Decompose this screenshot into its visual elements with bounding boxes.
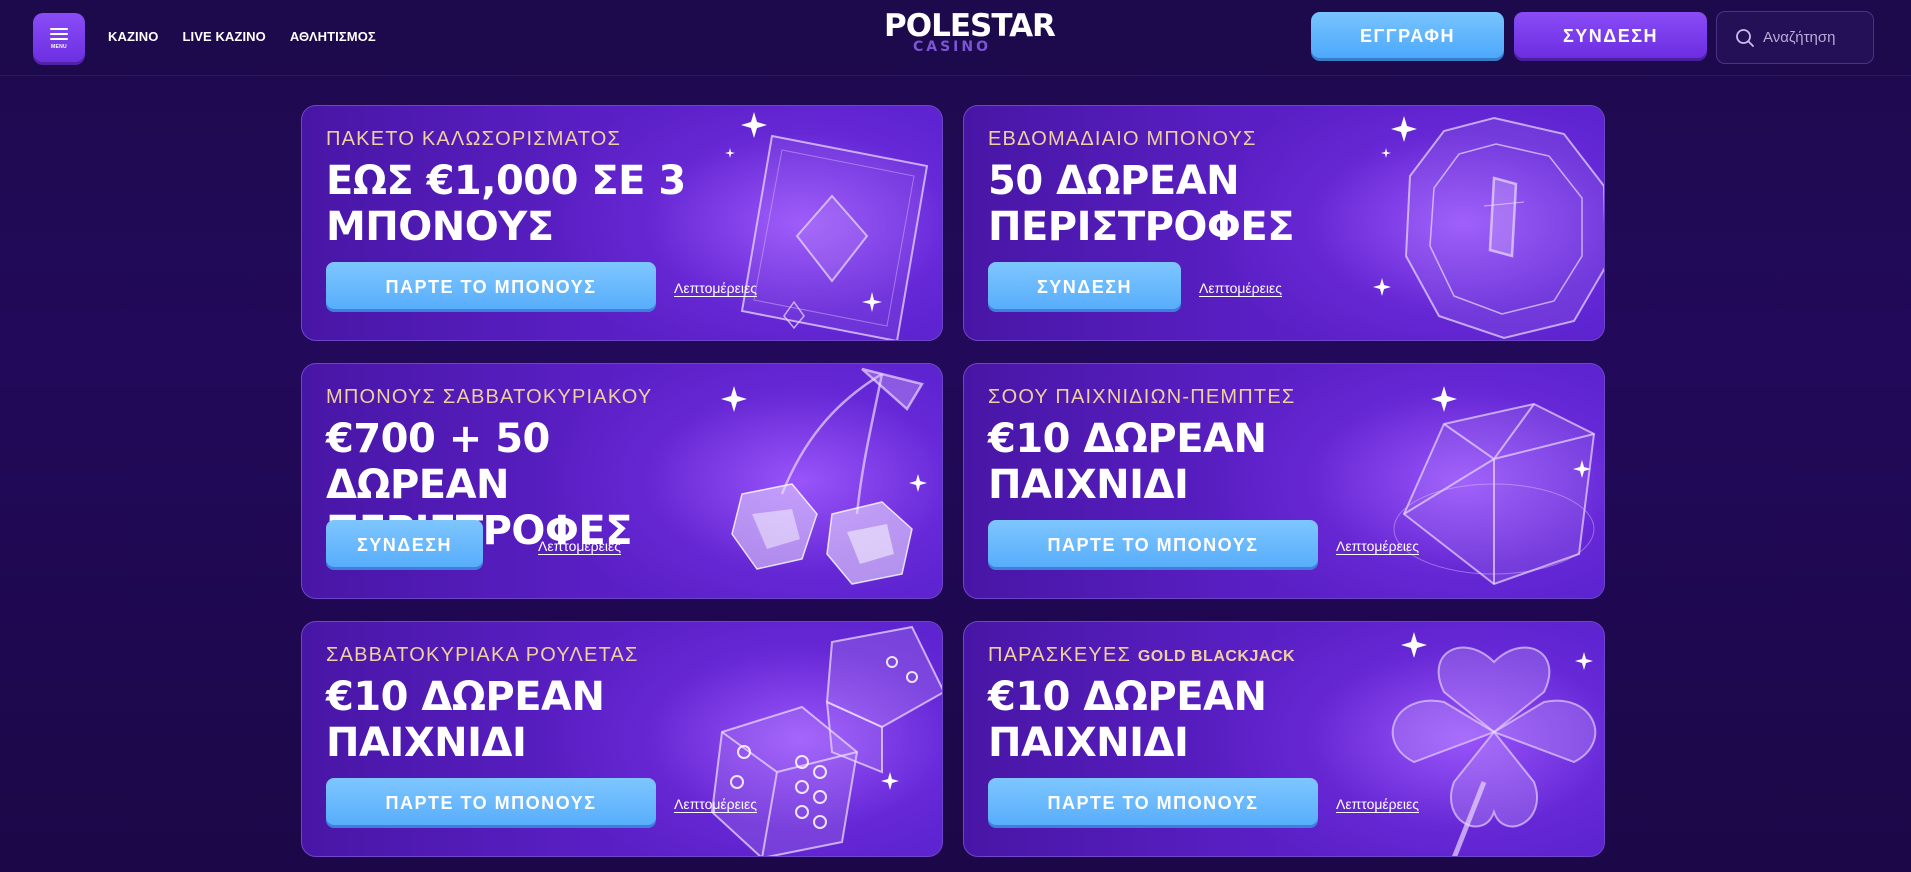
hamburger-icon: [50, 28, 68, 40]
claim-bonus-button[interactable]: ΠΑΡΤΕ ΤΟ ΜΠΟΝΟΥΣ: [988, 520, 1318, 570]
nav-item-casino[interactable]: ΚΑΖΙΝΟ: [108, 29, 158, 44]
login-cta-button[interactable]: ΣΥΝΔΕΣΗ: [988, 262, 1181, 312]
promo-headline: €10 ΔΩΡΕΑΝ ΠΑΙΧΝΙΔΙ: [326, 674, 605, 766]
promo-card-roulette[interactable]: ΣΑΒΒΑΤΟΚΥΡΙΑΚΑ ΡΟΥΛΕΤΑΣ €10 ΔΩΡΕΑΝ ΠΑΙΧΝ…: [301, 621, 943, 857]
claim-bonus-button[interactable]: ΠΑΡΤΕ ΤΟ ΜΠΟΝΟΥΣ: [988, 778, 1318, 828]
login-button[interactable]: ΣΥΝΔΕΣΗ: [1514, 12, 1707, 61]
promo-eyebrow: ΠΑΚΕΤΟ ΚΑΛΩΣΟΡΙΣΜΑΤΟΣ: [326, 128, 622, 150]
promo-headline: ΕΩΣ €1,000 ΣΕ 3 ΜΠΟΝΟΥΣ: [326, 158, 686, 250]
claim-bonus-button[interactable]: ΠΑΡΤΕ ΤΟ ΜΠΟΝΟΥΣ: [326, 778, 656, 828]
details-link[interactable]: Λεπτομέρειες: [1199, 280, 1282, 296]
promo-eyebrow-text: ΠΑΡΑΣΚΕΥΕΣ: [988, 644, 1138, 666]
gold-blackjack-brand: GOLD BLACKJACK: [1137, 648, 1296, 665]
search-button[interactable]: Αναζήτηση: [1716, 11, 1874, 64]
search-icon: [1736, 28, 1754, 47]
promo-eyebrow: ΕΒΔΟΜΑΔΙΑΙΟ ΜΠΟΝΟΥΣ: [988, 128, 1257, 150]
claim-bonus-button[interactable]: ΠΑΡΤΕ ΤΟ ΜΠΟΝΟΥΣ: [326, 262, 656, 312]
details-link[interactable]: Λεπτομέρειες: [674, 796, 757, 812]
promo-eyebrow: ΠΑΡΑΣΚΕΥΕΣ GOLD BLACKJACK: [988, 644, 1295, 667]
promo-card-welcome[interactable]: ΠΑΚΕΤΟ ΚΑΛΩΣΟΡΙΣΜΑΤΟΣ ΕΩΣ €1,000 ΣΕ 3 ΜΠ…: [301, 105, 943, 341]
promo-eyebrow: ΣΑΒΒΑΤΟΚΥΡΙΑΚΑ ΡΟΥΛΕΤΑΣ: [326, 644, 639, 666]
main-nav: ΚΑΖΙΝΟ LIVE ΚΑΖΙΝΟ ΑΘΛΗΤΙΣΜΟΣ: [108, 29, 376, 44]
promo-card-game-show[interactable]: ΣΟΟΥ ΠΑΙΧΝΙΔΙΩΝ-ΠΕΜΠΤΕΣ €10 ΔΩΡΕΑΝ ΠΑΙΧΝ…: [963, 363, 1605, 599]
promo-eyebrow: ΣΟΟΥ ΠΑΙΧΝΙΔΙΩΝ-ΠΕΜΠΤΕΣ: [988, 386, 1296, 408]
promo-card-weekend[interactable]: ΜΠΟΝΟΥΣ ΣΑΒΒΑΤΟΚΥΡΙΑΚΟΥ €700 + 50 ΔΩΡΕΑΝ…: [301, 363, 943, 599]
details-link[interactable]: Λεπτομέρειες: [1336, 796, 1419, 812]
nav-item-sports[interactable]: ΑΘΛΗΤΙΣΜΟΣ: [290, 29, 376, 44]
site-logo[interactable]: POLESTAR CASINO: [884, 8, 1056, 62]
site-header: MENU ΚΑΖΙΝΟ LIVE ΚΑΖΙΝΟ ΑΘΛΗΤΙΣΜΟΣ POLES…: [0, 0, 1911, 76]
menu-button[interactable]: MENU: [33, 13, 85, 65]
promo-headline: 50 ΔΩΡΕΑΝ ΠΕΡΙΣΤΡΟΦΕΣ: [988, 158, 1295, 250]
promo-headline: €10 ΔΩΡΕΑΝ ΠΑΙΧΝΙΔΙ: [988, 674, 1267, 766]
promo-card-blackjack[interactable]: ΠΑΡΑΣΚΕΥΕΣ GOLD BLACKJACK €10 ΔΩΡΕΑΝ ΠΑΙ…: [963, 621, 1605, 857]
details-link[interactable]: Λεπτομέρειες: [538, 538, 621, 554]
promo-card-weekly[interactable]: ΕΒΔΟΜΑΔΙΑΙΟ ΜΠΟΝΟΥΣ 50 ΔΩΡΕΑΝ ΠΕΡΙΣΤΡΟΦΕ…: [963, 105, 1605, 341]
promo-headline: €10 ΔΩΡΕΑΝ ΠΑΙΧΝΙΔΙ: [988, 416, 1267, 508]
logo-wordmark: POLESTAR: [884, 8, 1056, 44]
promo-eyebrow: ΜΠΟΝΟΥΣ ΣΑΒΒΑΤΟΚΥΡΙΑΚΟΥ: [326, 386, 653, 408]
nav-item-live-casino[interactable]: LIVE ΚΑΖΙΝΟ: [182, 29, 265, 44]
login-cta-button[interactable]: ΣΥΝΔΕΣΗ: [326, 520, 483, 570]
details-link[interactable]: Λεπτομέρειες: [1336, 538, 1419, 554]
menu-label: MENU: [51, 44, 67, 50]
register-button[interactable]: ΕΓΓΡΑΦΗ: [1311, 12, 1504, 61]
search-label: Αναζήτηση: [1763, 29, 1836, 46]
details-link[interactable]: Λεπτομέρειες: [674, 280, 757, 296]
